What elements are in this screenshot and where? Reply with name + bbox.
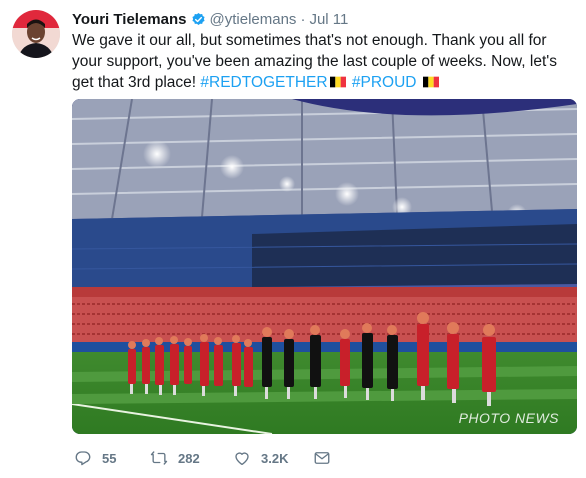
photo-watermark: PHOTO NEWS [458, 410, 559, 426]
stadium-photo [72, 99, 577, 434]
like-count: 3.2K [261, 450, 289, 466]
tweet-card: Youri Tielemans @ytielemans · Jul 11 We … [0, 0, 586, 478]
heart-icon [235, 452, 249, 466]
hashtag-redtogether[interactable]: #REDTOGETHER [200, 74, 327, 91]
author-handle[interactable]: @ytielemans [210, 11, 297, 28]
reply-count: 55 [102, 450, 117, 466]
retweet-count: 282 [178, 450, 200, 466]
belgium-flag-icon [422, 73, 439, 88]
reply-button[interactable]: 55 [74, 449, 116, 467]
tweet-header: Youri Tielemans @ytielemans · Jul 11 [72, 10, 348, 28]
verified-badge-icon [191, 12, 206, 27]
direct-message-button[interactable] [313, 449, 331, 467]
envelope-icon [314, 452, 330, 464]
author-name[interactable]: Youri Tielemans [72, 11, 187, 28]
avatar[interactable] [12, 10, 60, 58]
belgium-flag-icon [329, 73, 346, 88]
hashtag-proud[interactable]: #PROUD [352, 74, 417, 91]
like-button[interactable]: 3.2K [233, 449, 288, 467]
tweet-text: We gave it our all, but sometimes that's… [72, 30, 577, 93]
retweet-icon [150, 451, 168, 465]
separator-dot: · [300, 10, 306, 28]
tweet-timestamp[interactable]: Jul 11 [309, 11, 348, 28]
tweet-actions: 55 282 3.2K [72, 447, 577, 469]
tweet-photo[interactable]: PHOTO NEWS [72, 99, 577, 434]
reply-icon [75, 451, 91, 466]
retweet-button[interactable]: 282 [150, 449, 200, 467]
